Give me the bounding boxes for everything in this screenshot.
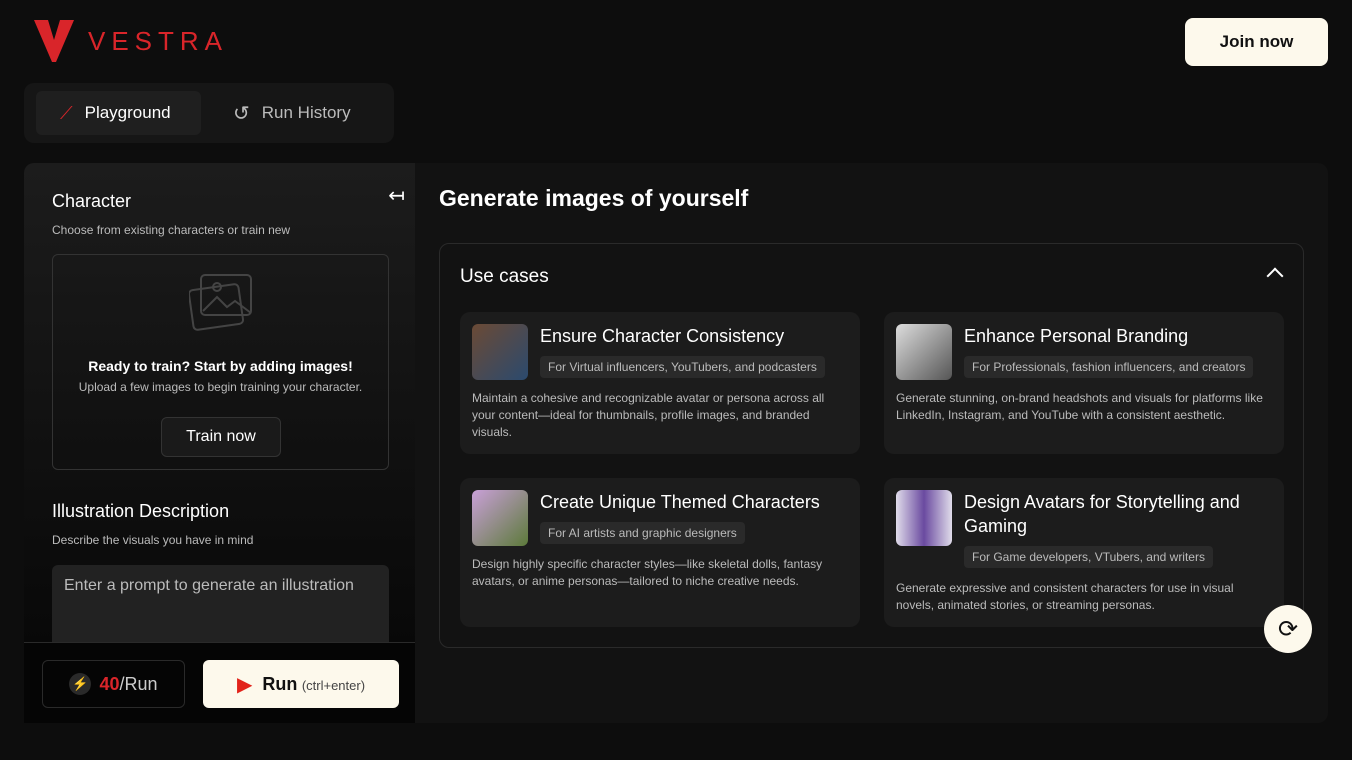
card-description: Maintain a cohesive and recognizable ava…: [472, 391, 825, 439]
run-label: Run: [262, 673, 298, 694]
use-case-card[interactable]: Create Unique Themed Characters For AI a…: [460, 478, 860, 627]
illustration-subtitle: Describe the visuals you have in mind: [52, 533, 254, 547]
tab-label: Playground: [84, 103, 171, 122]
illustration-title: Illustration Description: [52, 501, 230, 521]
cost-badge: ⚡ 40/Run: [42, 660, 185, 708]
card-tag: For Professionals, fashion influencers, …: [964, 356, 1254, 378]
brand-name: VESTRA: [88, 25, 229, 56]
play-icon: ▶: [236, 673, 253, 696]
empty-title: Ready to train? Start by adding images!: [88, 358, 353, 374]
card-thumbnail: [472, 490, 528, 546]
card-tag: For Game developers, VTubers, and writer…: [964, 546, 1213, 568]
card-thumbnail: [896, 324, 952, 380]
card-title: Design Avatars for Storytelling and Gami…: [964, 492, 1240, 536]
card-title: Ensure Character Consistency: [540, 326, 785, 346]
train-now-button[interactable]: Train now: [161, 417, 281, 457]
card-description: Generate stunning, on-brand headshots an…: [896, 391, 1263, 422]
character-title: Character: [52, 191, 132, 211]
use-cases-section: Use cases Ensure Character Consistency F…: [439, 243, 1304, 648]
cost-value: 40: [99, 673, 120, 694]
empty-subtitle: Upload a few images to begin training yo…: [78, 380, 363, 394]
card-description: Generate expressive and consistent chara…: [896, 581, 1234, 612]
card-thumbnail: [896, 490, 952, 546]
train-dropzone[interactable]: Ready to train? Start by adding images! …: [52, 254, 389, 470]
card-tag: For Virtual influencers, YouTubers, and …: [540, 356, 825, 378]
refresh-button[interactable]: ⟳: [1264, 605, 1312, 653]
tab-label: Run History: [261, 103, 351, 122]
left-panel: Character ↤ Choose from existing charact…: [24, 163, 415, 723]
collapse-panel-icon[interactable]: ↤: [388, 183, 405, 208]
use-case-card[interactable]: Design Avatars for Storytelling and Gami…: [884, 478, 1284, 627]
logo[interactable]: VESTRA: [34, 20, 228, 62]
tab-run-history[interactable]: ↺ Run History: [211, 91, 373, 135]
character-subtitle: Choose from existing characters or train…: [52, 223, 291, 237]
main-panel: Generate images of yourself Use cases En…: [415, 163, 1328, 723]
history-icon: ↺: [233, 102, 250, 125]
card-title: Enhance Personal Branding: [964, 326, 1189, 346]
run-bar: ⚡ 40/Run ▶ Run (ctrl+enter): [24, 642, 415, 723]
card-title: Create Unique Themed Characters: [540, 492, 820, 512]
prompt-input[interactable]: Enter a prompt to generate an illustrati…: [52, 565, 389, 643]
magic-wand-icon: ⟋: [60, 102, 73, 123]
card-tag: For AI artists and graphic designers: [540, 522, 745, 544]
page-title: Generate images of yourself: [439, 185, 749, 211]
tab-playground[interactable]: ⟋ Playground: [36, 91, 201, 135]
join-now-button[interactable]: Join now: [1185, 18, 1328, 66]
use-cases-title: Use cases: [460, 266, 549, 287]
tab-bar: ⟋ Playground ↺ Run History: [24, 83, 394, 143]
cost-suffix: /Run: [119, 673, 158, 694]
use-case-card[interactable]: Ensure Character Consistency For Virtual…: [460, 312, 860, 454]
refresh-icon: ⟳: [1277, 615, 1299, 643]
card-description: Design highly specific character styles—…: [472, 557, 823, 588]
use-case-card[interactable]: Enhance Personal Branding For Profession…: [884, 312, 1284, 454]
logo-v-icon: [34, 20, 74, 62]
chevron-up-icon[interactable]: [1266, 267, 1284, 285]
run-button[interactable]: ▶ Run (ctrl+enter): [203, 660, 399, 708]
lightning-icon: ⚡: [69, 673, 92, 695]
card-thumbnail: [472, 324, 528, 380]
image-icon: [187, 274, 252, 331]
run-hint: (ctrl+enter): [301, 677, 366, 693]
